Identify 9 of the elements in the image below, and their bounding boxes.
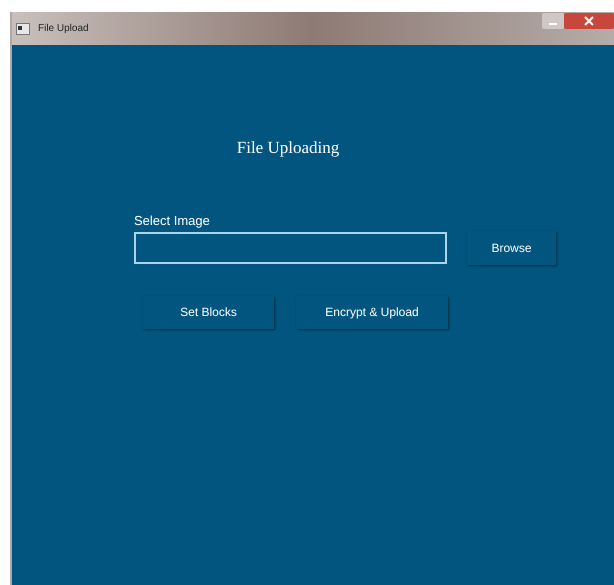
encrypt-upload-button[interactable]: Encrypt & Upload <box>296 296 448 328</box>
window-title: File Upload <box>38 22 89 36</box>
set-blocks-button[interactable]: Set Blocks <box>143 296 274 328</box>
image-path-field[interactable] <box>134 232 447 264</box>
heading: File Uploading <box>236 137 340 159</box>
field-label: Select Image <box>134 212 211 228</box>
browse-button[interactable]: Browse <box>467 230 556 264</box>
close-icon[interactable] <box>564 13 614 29</box>
window-icon <box>16 22 30 34</box>
